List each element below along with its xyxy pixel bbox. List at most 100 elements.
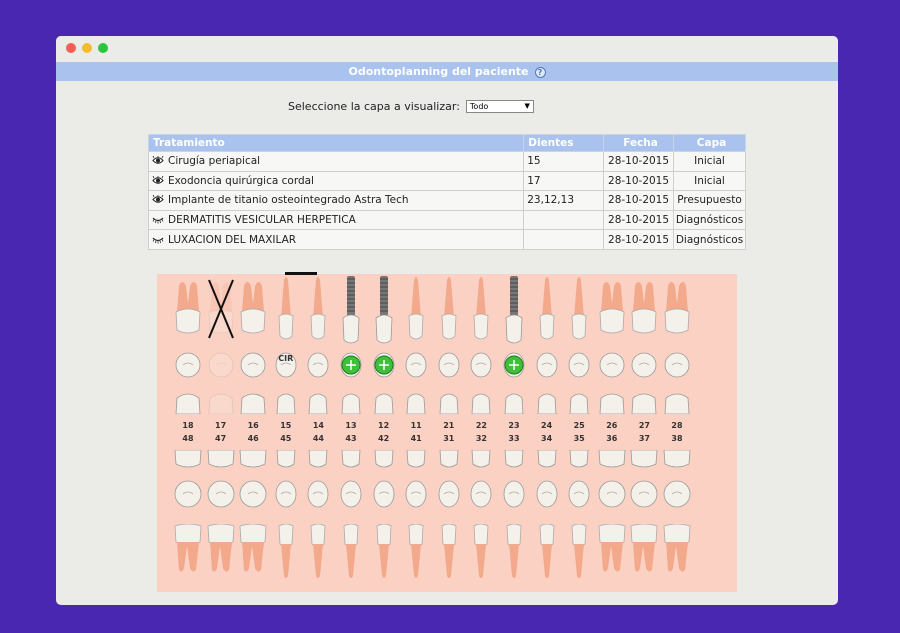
close-window-button[interactable] (66, 43, 76, 53)
tooth-15-buccal[interactable] (276, 274, 296, 344)
tooth-25-lingual[interactable] (569, 392, 589, 415)
tooth-44-buccal[interactable] (309, 523, 327, 582)
tooth-43-occlusal[interactable] (340, 480, 362, 508)
tooth-22-lingual[interactable] (471, 392, 491, 415)
eye-open-icon[interactable] (152, 194, 168, 206)
tooth-18-occlusal[interactable] (175, 352, 201, 378)
tooth-28-buccal[interactable] (663, 274, 691, 344)
tooth-23-occlusal[interactable] (503, 352, 525, 378)
eye-open-icon[interactable] (152, 175, 168, 187)
table-row[interactable]: LUXACION DEL MAXILAR 28-10-2015 Diagnóstic… (147, 229, 746, 250)
table-row[interactable]: Implante de titanio osteointegrado Astra… (147, 190, 746, 211)
eye-open-icon[interactable] (152, 155, 168, 167)
eye-closed-icon[interactable] (152, 234, 168, 246)
tooth-43-lingual[interactable] (341, 449, 361, 468)
tooth-31-lingual[interactable] (439, 449, 459, 468)
tooth-46-occlusal[interactable] (239, 480, 267, 508)
eye-closed-icon[interactable] (152, 214, 168, 226)
tooth-28-occlusal[interactable] (664, 352, 690, 378)
tooth-14-buccal[interactable] (308, 274, 328, 344)
tooth-22-occlusal[interactable] (470, 352, 492, 378)
tooth-23-lingual[interactable] (504, 392, 524, 415)
table-row[interactable]: DERMATITIS VESICULAR HERPETICA 28-10-2015… (147, 209, 746, 231)
tooth-47-occlusal[interactable] (207, 480, 235, 508)
tooth-46-lingual[interactable] (239, 449, 267, 468)
tooth-47-buccal[interactable] (206, 523, 236, 582)
tooth-41-occlusal[interactable] (405, 480, 427, 508)
tooth-35-lingual[interactable] (569, 449, 589, 468)
tooth-48-lingual[interactable] (174, 449, 202, 468)
tooth-32-buccal[interactable] (472, 523, 490, 582)
tooth-26-buccal[interactable] (598, 274, 626, 344)
tooth-34-lingual[interactable] (537, 449, 557, 468)
tooth-32-occlusal[interactable] (470, 480, 492, 508)
tooth-26-occlusal[interactable] (599, 352, 625, 378)
tooth-16-buccal[interactable] (239, 274, 267, 344)
table-row[interactable]: Cirugía periapical 15 28-10-2015 Inicial (147, 151, 746, 172)
tooth-12-occlusal[interactable] (373, 352, 395, 378)
tooth-25-buccal[interactable] (569, 274, 589, 344)
tooth-37-occlusal[interactable] (630, 480, 658, 508)
tooth-27-buccal[interactable] (630, 274, 658, 344)
tooth-48-buccal[interactable] (173, 523, 203, 582)
tooth-42-occlusal[interactable] (373, 480, 395, 508)
tooth-35-buccal[interactable] (570, 523, 588, 582)
tooth-48-occlusal[interactable] (174, 480, 202, 508)
tooth-24-buccal[interactable] (537, 274, 557, 344)
tooth-23-buccal[interactable] (504, 274, 524, 344)
tooth-42-buccal[interactable] (375, 523, 393, 582)
tooth-28-lingual[interactable] (664, 392, 690, 415)
tooth-14-lingual[interactable] (308, 392, 328, 415)
tooth-45-buccal[interactable] (277, 523, 295, 582)
tooth-26-lingual[interactable] (599, 392, 625, 415)
tooth-14-occlusal[interactable] (307, 352, 329, 378)
tooth-13-occlusal[interactable] (340, 352, 362, 378)
tooth-42-lingual[interactable] (374, 449, 394, 468)
tooth-36-lingual[interactable] (598, 449, 626, 468)
tooth-21-occlusal[interactable] (438, 352, 460, 378)
tooth-34-buccal[interactable] (538, 523, 556, 582)
tooth-36-occlusal[interactable] (598, 480, 626, 508)
tooth-36-buccal[interactable] (597, 523, 627, 582)
tooth-41-buccal[interactable] (407, 523, 425, 582)
tooth-34-occlusal[interactable] (536, 480, 558, 508)
tooth-27-occlusal[interactable] (631, 352, 657, 378)
tooth-22-buccal[interactable] (469, 274, 493, 344)
tooth-12-lingual[interactable] (374, 392, 394, 415)
tooth-47-lingual[interactable] (207, 449, 235, 468)
tooth-18-buccal[interactable] (174, 274, 202, 344)
tooth-45-occlusal[interactable] (275, 480, 297, 508)
minimize-window-button[interactable] (82, 43, 92, 53)
tooth-35-occlusal[interactable] (568, 480, 590, 508)
tooth-11-lingual[interactable] (406, 392, 426, 415)
tooth-38-occlusal[interactable] (663, 480, 691, 508)
layer-select[interactable]: Todo ▼ (465, 100, 534, 113)
tooth-44-occlusal[interactable] (307, 480, 329, 508)
table-row[interactable]: Exodoncia quirúrgica cordal 17 28-10-2015 I… (147, 170, 746, 192)
help-icon[interactable]: ? (534, 66, 546, 78)
tooth-11-buccal[interactable] (404, 274, 428, 344)
tooth-16-occlusal[interactable] (240, 352, 266, 378)
maximize-window-button[interactable] (98, 43, 108, 53)
tooth-33-buccal[interactable] (505, 523, 523, 582)
tooth-41-lingual[interactable] (406, 449, 426, 468)
tooth-27-lingual[interactable] (631, 392, 657, 415)
tooth-17-occlusal[interactable] (208, 352, 234, 378)
tooth-43-buccal[interactable] (342, 523, 360, 582)
tooth-17-lingual[interactable] (208, 392, 234, 415)
tooth-11-occlusal[interactable] (405, 352, 427, 378)
tooth-44-lingual[interactable] (308, 449, 328, 468)
tooth-15-lingual[interactable] (276, 392, 296, 415)
tooth-24-occlusal[interactable] (536, 352, 558, 378)
tooth-37-buccal[interactable] (629, 523, 659, 582)
tooth-24-lingual[interactable] (537, 392, 557, 415)
tooth-37-lingual[interactable] (630, 449, 658, 468)
tooth-16-lingual[interactable] (240, 392, 266, 415)
tooth-33-lingual[interactable] (504, 449, 524, 468)
tooth-45-lingual[interactable] (276, 449, 296, 468)
tooth-13-lingual[interactable] (341, 392, 361, 415)
tooth-21-lingual[interactable] (439, 392, 459, 415)
tooth-12-buccal[interactable] (372, 274, 396, 344)
tooth-46-buccal[interactable] (238, 523, 268, 582)
tooth-31-occlusal[interactable] (438, 480, 460, 508)
